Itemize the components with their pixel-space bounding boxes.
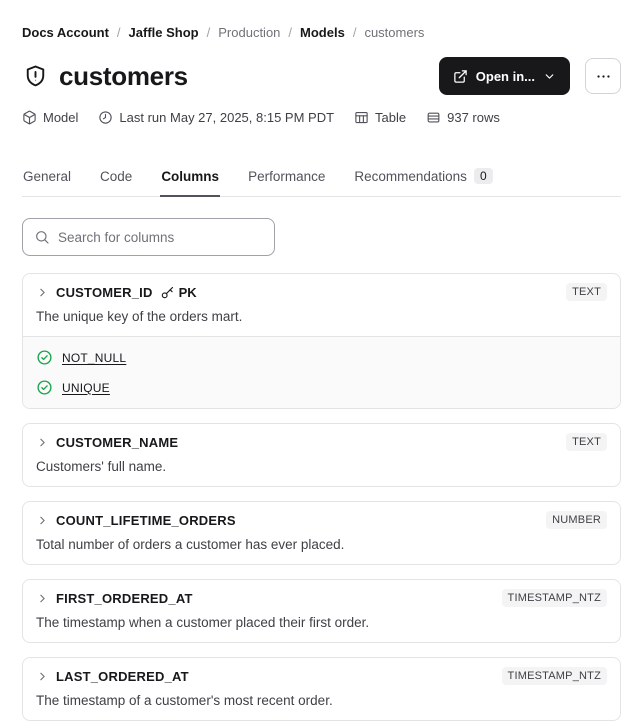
- meta-last-run-label: Last run May 27, 2025, 8:15 PM PDT: [119, 110, 335, 125]
- column-name: CUSTOMER_ID: [56, 284, 153, 300]
- column-card-first-ordered-at: FIRST_ORDERED_AT TIMESTAMP_NTZ The times…: [22, 579, 621, 643]
- table-icon: [354, 110, 369, 125]
- meta-last-run: Last run May 27, 2025, 8:15 PM PDT: [98, 110, 334, 125]
- tab-bar: General Code Columns Performance Recomme…: [22, 168, 621, 197]
- search-icon: [34, 229, 50, 245]
- column-expand-header[interactable]: FIRST_ORDERED_AT TIMESTAMP_NTZ: [36, 589, 607, 607]
- tab-recommendations[interactable]: Recommendations 0: [353, 168, 493, 197]
- column-name: FIRST_ORDERED_AT: [56, 590, 193, 606]
- meta-rows-label: 937 rows: [447, 110, 500, 125]
- column-search: [22, 218, 275, 256]
- breadcrumb-separator: /: [206, 25, 211, 40]
- tab-code[interactable]: Code: [99, 169, 133, 197]
- tab-performance-label: Performance: [248, 169, 326, 184]
- column-name: CUSTOMER_NAME: [56, 434, 179, 450]
- column-description: Total number of orders a customer has ev…: [36, 537, 345, 552]
- meta-model-type: Model: [22, 110, 78, 125]
- meta-row-count: 937 rows: [426, 110, 500, 125]
- test-link-not-null[interactable]: NOT_NULL: [62, 351, 126, 365]
- column-type-badge: TEXT: [566, 283, 607, 301]
- column-description: The unique key of the orders mart.: [36, 309, 243, 324]
- column-type-badge: NUMBER: [546, 511, 607, 529]
- tab-general[interactable]: General: [22, 169, 72, 197]
- external-link-icon: [453, 69, 468, 84]
- breadcrumb-models[interactable]: Models: [300, 25, 345, 41]
- breadcrumb-jaffle-shop[interactable]: Jaffle Shop: [129, 25, 199, 41]
- column-type-badge: TEXT: [566, 433, 607, 451]
- model-page: Docs Account / Jaffle Shop / Production …: [0, 0, 643, 721]
- tab-columns-label: Columns: [161, 169, 220, 184]
- column-name: COUNT_LIFETIME_ORDERS: [56, 512, 236, 528]
- meta-materialization: Table: [354, 110, 406, 125]
- check-circle-icon: [36, 379, 53, 396]
- chevron-right-icon[interactable]: [36, 286, 49, 299]
- meta-table-label: Table: [375, 110, 407, 125]
- tab-code-label: Code: [100, 169, 133, 184]
- clock-icon: [98, 110, 113, 125]
- column-description: The timestamp when a customer placed the…: [36, 615, 370, 630]
- shield-alert-icon: [22, 63, 49, 90]
- column-expand-header[interactable]: CUSTOMER_NAME TEXT: [36, 433, 607, 451]
- column-card-last-ordered-at: LAST_ORDERED_AT TIMESTAMP_NTZ The timest…: [22, 657, 621, 721]
- column-description: The timestamp of a customer's most recen…: [36, 693, 333, 708]
- column-expand-header[interactable]: COUNT_LIFETIME_ORDERS NUMBER: [36, 511, 607, 529]
- column-card-customer-id: CUSTOMER_ID PK TEXT The unique key of th…: [22, 273, 621, 409]
- more-actions-button[interactable]: [585, 58, 621, 94]
- column-expand-header[interactable]: LAST_ORDERED_AT TIMESTAMP_NTZ: [36, 667, 607, 685]
- tab-general-label: General: [23, 169, 72, 184]
- chevron-right-icon[interactable]: [36, 436, 49, 449]
- open-in-button[interactable]: Open in...: [438, 57, 570, 95]
- breadcrumb-separator: /: [352, 25, 357, 40]
- tab-recommendations-label: Recommendations: [354, 168, 467, 184]
- open-in-label: Open in...: [475, 68, 535, 84]
- column-description: Customers' full name.: [36, 459, 167, 474]
- title-row: customers Open in...: [22, 57, 621, 95]
- chevron-down-icon: [543, 70, 556, 83]
- breadcrumb-docs-account[interactable]: Docs Account: [22, 25, 109, 41]
- column-card-count-lifetime-orders: COUNT_LIFETIME_ORDERS NUMBER Total numbe…: [22, 501, 621, 565]
- column-card-customer-name: CUSTOMER_NAME TEXT Customers' full name.: [22, 423, 621, 487]
- test-row: UNIQUE: [36, 379, 607, 396]
- breadcrumb-customers-current: customers: [364, 25, 425, 40]
- column-type-badge: TIMESTAMP_NTZ: [501, 589, 607, 607]
- ellipsis-icon: [595, 68, 612, 85]
- column-name: LAST_ORDERED_AT: [56, 668, 189, 684]
- chevron-right-icon[interactable]: [36, 670, 49, 683]
- tab-columns[interactable]: Columns: [160, 169, 221, 197]
- meta-model-label: Model: [43, 110, 79, 125]
- tab-performance[interactable]: Performance: [247, 169, 326, 197]
- rows-icon: [426, 110, 441, 125]
- search-input[interactable]: [58, 229, 263, 245]
- column-expand-header[interactable]: CUSTOMER_ID PK TEXT: [36, 283, 607, 301]
- check-circle-icon: [36, 349, 53, 366]
- test-row: NOT_NULL: [36, 349, 607, 366]
- primary-key-label: PK: [178, 284, 197, 300]
- key-icon: [160, 285, 175, 300]
- chevron-right-icon[interactable]: [36, 514, 49, 527]
- column-type-badge: TIMESTAMP_NTZ: [501, 667, 607, 685]
- chevron-right-icon[interactable]: [36, 592, 49, 605]
- test-link-unique[interactable]: UNIQUE: [62, 381, 110, 395]
- column-tests: NOT_NULL UNIQUE: [23, 336, 620, 408]
- breadcrumb: Docs Account / Jaffle Shop / Production …: [22, 0, 621, 41]
- cube-icon: [22, 110, 37, 125]
- page-title: customers: [59, 60, 188, 91]
- meta-row: Model Last run May 27, 2025, 8:15 PM PDT: [22, 110, 621, 125]
- recommendations-count-badge: 0: [473, 168, 493, 184]
- breadcrumb-separator: /: [288, 25, 293, 40]
- breadcrumb-production[interactable]: Production: [218, 25, 280, 41]
- columns-list: CUSTOMER_ID PK TEXT The unique key of th…: [22, 273, 621, 721]
- breadcrumb-separator: /: [116, 25, 121, 40]
